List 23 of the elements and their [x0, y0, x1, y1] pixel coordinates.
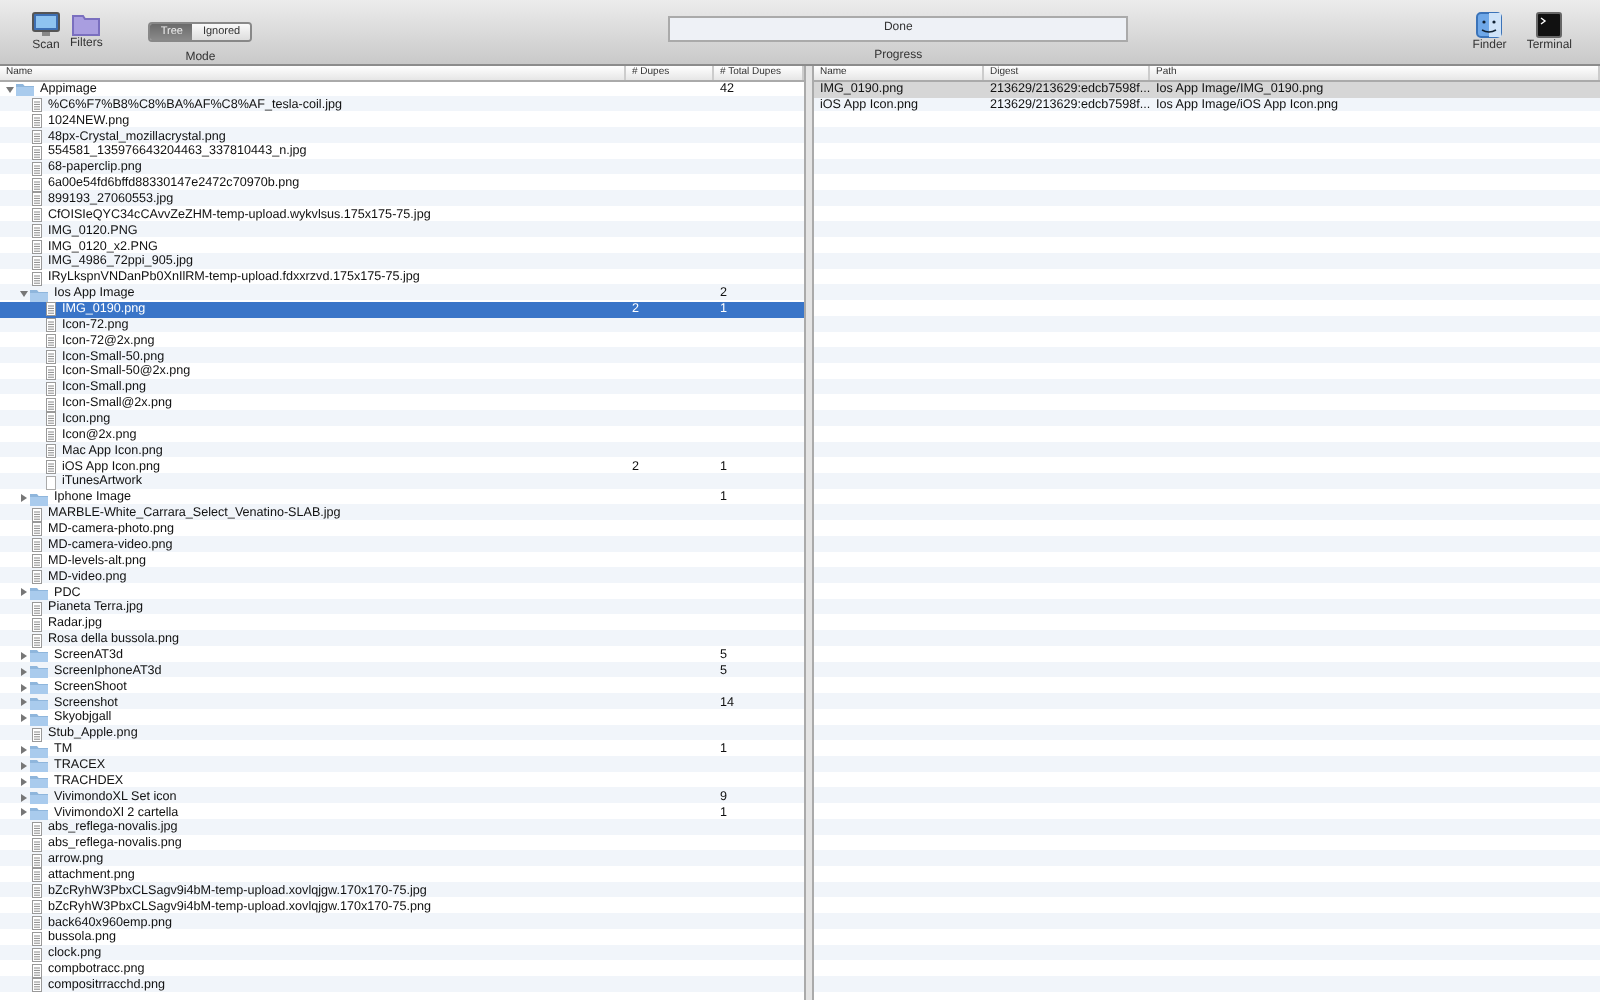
folder-icon	[16, 82, 34, 97]
disclosure-triangle-icon[interactable]	[20, 494, 28, 503]
file-icon	[32, 727, 42, 742]
disclosure-triangle-icon[interactable]	[20, 698, 28, 707]
face-icon	[1476, 12, 1503, 38]
disclosure-triangle-icon[interactable]	[20, 777, 28, 786]
disclosure-triangle-icon[interactable]	[20, 746, 28, 755]
folder-icon	[72, 12, 101, 36]
disclosure-triangle-icon[interactable]	[20, 683, 28, 692]
disclosure-triangle-icon[interactable]	[6, 85, 14, 94]
disclosure-triangle-icon[interactable]	[20, 651, 28, 660]
disclosure-triangle-icon[interactable]	[20, 588, 28, 597]
monitor-icon	[32, 12, 60, 38]
folder-icon	[30, 287, 48, 302]
disclosure-triangle-icon[interactable]	[20, 793, 28, 802]
folder-icon	[30, 491, 48, 506]
terminal-icon	[1536, 12, 1563, 38]
disclosure-triangle-icon[interactable]	[20, 290, 28, 299]
disclosure-triangle-icon[interactable]	[20, 761, 28, 770]
disclosure-triangle-icon[interactable]	[20, 714, 28, 723]
folder-icon	[30, 585, 48, 600]
disclosure-triangle-icon[interactable]	[20, 808, 28, 817]
disclosure-triangle-icon[interactable]	[20, 667, 28, 676]
